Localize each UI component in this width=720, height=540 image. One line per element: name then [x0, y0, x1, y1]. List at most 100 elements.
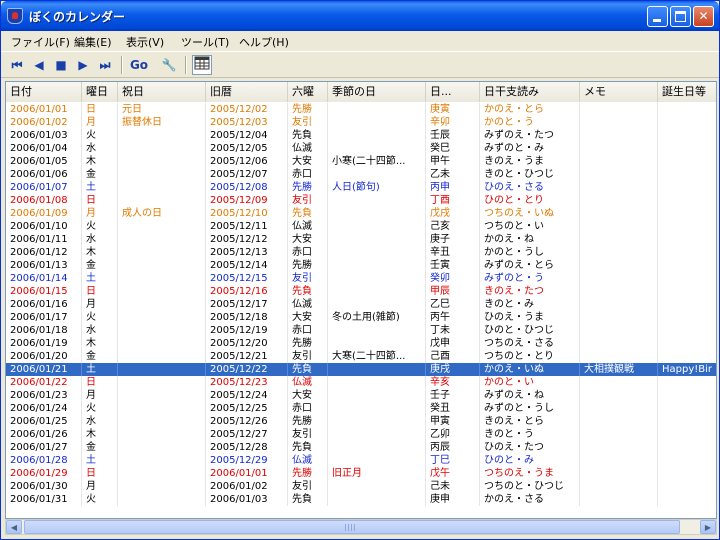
table-row[interactable]: 2006/01/14 土 2005/12/15 友引 癸卯 みずのと・う: [6, 272, 716, 285]
cell-kanshi-reading: きのと・ひつじ: [480, 168, 580, 181]
close-button[interactable]: ✕: [693, 6, 714, 27]
table-row[interactable]: 2006/01/20 金 2005/12/21 友引 大寒(二十四節... 己酉 つちのと・…: [6, 350, 716, 363]
column-old-calendar[interactable]: 旧暦: [206, 82, 288, 102]
last-icon[interactable]: ⏭: [95, 55, 115, 75]
cell-weekday: 月: [82, 116, 118, 129]
cell-kanshi-reading: つちのと・ひつじ: [480, 480, 580, 493]
cell-holiday: 振替休日: [118, 116, 206, 129]
cell-weekday: 月: [82, 480, 118, 493]
scroll-right-icon[interactable]: ▶: [700, 520, 716, 534]
table-row[interactable]: 2006/01/30 月 2006/01/02 友引 己未 つちのと・ひつじ: [6, 480, 716, 493]
maximize-button[interactable]: [670, 6, 691, 27]
cell-date: 2006/01/10: [6, 220, 82, 233]
table-row[interactable]: 2006/01/16 月 2005/12/17 仏滅 乙巳 きのと・み: [6, 298, 716, 311]
column-kanshi[interactable]: 日...: [426, 82, 480, 102]
cell-birthday: [658, 350, 716, 363]
cell-kanshi: 癸丑: [426, 402, 480, 415]
table-row[interactable]: 2006/01/22 日 2005/12/23 仏滅 辛亥 かのと・い: [6, 376, 716, 389]
cell-birthday: [658, 246, 716, 259]
table-row[interactable]: 2006/01/19 木 2005/12/20 先勝 戊申 つちのえ・さる: [6, 337, 716, 350]
column-rokuyo[interactable]: 六曜: [288, 82, 328, 102]
column-weekday[interactable]: 曜日: [82, 82, 118, 102]
cell-kanshi: 己未: [426, 480, 480, 493]
cell-rokuyo: 仏滅: [288, 376, 328, 389]
table-row[interactable]: 2006/01/03 火 2005/12/04 先負 壬辰 みずのえ・たつ: [6, 129, 716, 142]
cell-kanshi-reading: つちのと・い: [480, 220, 580, 233]
cell-old-calendar: 2005/12/04: [206, 129, 288, 142]
cell-kanshi: 庚戌: [426, 363, 480, 376]
cell-holiday: [118, 480, 206, 493]
table-row[interactable]: 2006/01/27 金 2005/12/28 先負 丙辰 ひのえ・たつ: [6, 441, 716, 454]
title-bar[interactable]: ぼくのカレンダー ✕: [1, 1, 719, 31]
calendar-list[interactable]: 日付 曜日 祝日 旧暦 六曜 季節の日 日... 日干支読み メモ 誕生日等 2…: [5, 81, 717, 519]
column-season[interactable]: 季節の日: [328, 82, 426, 102]
table-row[interactable]: 2006/01/28 土 2005/12/29 仏滅 丁巳 ひのと・み: [6, 454, 716, 467]
first-icon[interactable]: ⏮: [7, 55, 27, 75]
table-row[interactable]: 2006/01/09 月成人の日 2005/12/10 先負 戊戌 つちのえ・いぬ: [6, 207, 716, 220]
column-kanshi-reading[interactable]: 日干支読み: [480, 82, 580, 102]
table-row[interactable]: 2006/01/21 土 2005/12/22 先負 庚戌 かのえ・いぬ 大相撲観戦 Happ…: [6, 363, 716, 376]
menu-help[interactable]: ヘルプ(H): [239, 34, 289, 50]
table-row[interactable]: 2006/01/04 水 2005/12/05 仏滅 癸巳 みずのと・み: [6, 142, 716, 155]
scrollbar-thumb[interactable]: [24, 520, 680, 534]
cell-holiday: [118, 350, 206, 363]
column-holiday[interactable]: 祝日: [118, 82, 206, 102]
minimize-button[interactable]: [647, 6, 668, 27]
maximize-icon: [675, 11, 686, 22]
table-row[interactable]: 2006/01/05 木 2005/12/06 大安 小寒(二十四節... 甲午 きのえ・う…: [6, 155, 716, 168]
menu-edit[interactable]: 編集(E): [74, 34, 112, 50]
table-row[interactable]: 2006/01/02 月振替休日 2005/12/03 友引 辛卯 かのと・う: [6, 116, 716, 129]
table-row[interactable]: 2006/01/13 金 2005/12/14 先勝 壬寅 みずのえ・とら: [6, 259, 716, 272]
cell-kanshi-reading: みずのと・う: [480, 272, 580, 285]
table-row[interactable]: 2006/01/11 水 2005/12/12 大安 庚子 かのえ・ね: [6, 233, 716, 246]
column-birthday[interactable]: 誕生日等: [658, 82, 716, 102]
menu-tools[interactable]: ツール(T): [181, 34, 229, 50]
cell-date: 2006/01/14: [6, 272, 82, 285]
table-row[interactable]: 2006/01/23 月 2005/12/24 大安 壬子 みずのえ・ね: [6, 389, 716, 402]
next-icon[interactable]: ▶: [73, 55, 93, 75]
table-row[interactable]: 2006/01/08 日 2005/12/09 友引 丁酉 ひのと・とり: [6, 194, 716, 207]
menu-file[interactable]: ファイル(F): [11, 34, 70, 50]
cell-old-calendar: 2005/12/18: [206, 311, 288, 324]
prev-icon[interactable]: ◀: [29, 55, 49, 75]
cell-rokuyo: 赤口: [288, 168, 328, 181]
cell-kanshi-reading: ひのえ・さる: [480, 181, 580, 194]
cell-rokuyo: 先勝: [288, 467, 328, 480]
go-icon[interactable]: Go: [129, 55, 149, 75]
cell-old-calendar: 2005/12/09: [206, 194, 288, 207]
column-memo[interactable]: メモ: [580, 82, 658, 102]
cell-holiday: 成人の日: [118, 207, 206, 220]
table-row[interactable]: 2006/01/15 日 2005/12/16 先負 甲辰 きのえ・たつ: [6, 285, 716, 298]
app-icon[interactable]: [7, 8, 23, 24]
table-row[interactable]: 2006/01/26 木 2005/12/27 友引 乙卯 きのと・う: [6, 428, 716, 441]
menu-view[interactable]: 表示(V): [126, 34, 164, 50]
cell-kanshi-reading: みずのと・うし: [480, 402, 580, 415]
table-row[interactable]: 2006/01/10 火 2005/12/11 仏滅 己亥 つちのと・い: [6, 220, 716, 233]
table-row[interactable]: 2006/01/24 火 2005/12/25 赤口 癸丑 みずのと・うし: [6, 402, 716, 415]
table-row[interactable]: 2006/01/06 金 2005/12/07 赤口 乙未 きのと・ひつじ: [6, 168, 716, 181]
table-row[interactable]: 2006/01/17 火 2005/12/18 大安 冬の土用(雑節) 丙午 ひのえ・うま: [6, 311, 716, 324]
cell-holiday: [118, 389, 206, 402]
scroll-left-icon[interactable]: ◀: [6, 520, 22, 534]
table-row[interactable]: 2006/01/25 水 2005/12/26 先勝 甲寅 きのえ・とら: [6, 415, 716, 428]
cell-old-calendar: 2005/12/08: [206, 181, 288, 194]
cell-birthday: [658, 441, 716, 454]
cell-birthday: [658, 337, 716, 350]
table-row[interactable]: 2006/01/07 土 2005/12/08 先勝 人日(節句) 丙申 ひのえ・さる: [6, 181, 716, 194]
column-date[interactable]: 日付: [6, 82, 82, 102]
settings-icon[interactable]: 🔧: [159, 55, 179, 75]
horizontal-scrollbar[interactable]: ◀ ▶: [5, 519, 717, 535]
table-row[interactable]: 2006/01/18 水 2005/12/19 赤口 丁未 ひのと・ひつじ: [6, 324, 716, 337]
cell-birthday: [658, 220, 716, 233]
table-row[interactable]: 2006/01/31 火 2006/01/03 先負 庚申 かのえ・さる: [6, 493, 716, 506]
table-row[interactable]: 2006/01/12 木 2005/12/13 赤口 辛丑 かのと・うし: [6, 246, 716, 259]
calendar-icon[interactable]: [192, 55, 212, 75]
cell-memo: [580, 207, 658, 220]
cell-birthday: [658, 259, 716, 272]
table-row[interactable]: 2006/01/29 日 2006/01/01 先勝 旧正月 戊午 つちのえ・うま: [6, 467, 716, 480]
table-row[interactable]: 2006/01/01 日元日 2005/12/02 先勝 庚寅 かのえ・とら: [6, 103, 716, 116]
cell-date: 2006/01/11: [6, 233, 82, 246]
stop-icon[interactable]: ■: [51, 55, 71, 75]
cell-old-calendar: 2005/12/25: [206, 402, 288, 415]
cell-date: 2006/01/15: [6, 285, 82, 298]
